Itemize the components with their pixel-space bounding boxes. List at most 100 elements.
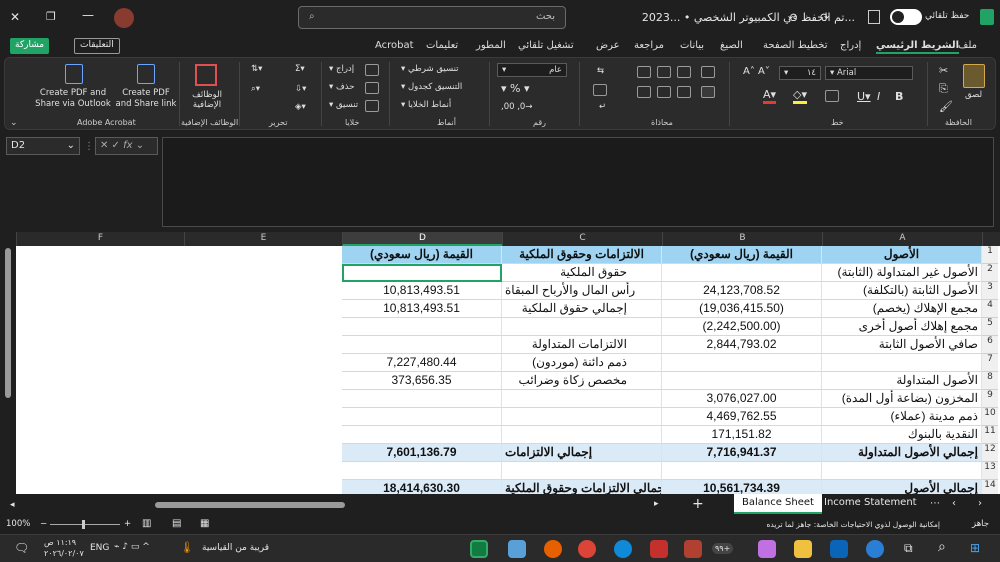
justify-icon[interactable] (701, 86, 715, 98)
clock[interactable]: ١١:١٩ ص ٢٠٢٦/٠٢/٠٧ (44, 537, 84, 559)
row-header-4[interactable]: 4 (982, 300, 998, 318)
delete-cells-button[interactable]: ▾ حذف (329, 82, 355, 92)
cell-B12[interactable]: 7,716,941.37 (662, 444, 822, 462)
tab-insert[interactable]: إدراج (840, 40, 861, 51)
cell-C6[interactable]: الالتزامات المتداولة (502, 336, 662, 354)
app-taskbar-icon[interactable] (684, 540, 702, 558)
cell-A10[interactable]: ذمم مدينة (عملاء) (822, 408, 982, 426)
redo-icon[interactable]: ↷ (820, 11, 829, 24)
cell-A13[interactable] (822, 462, 982, 480)
name-box[interactable]: D2 ⌄ (6, 137, 80, 155)
cell-C5[interactable] (502, 318, 662, 336)
conditional-formatting-button[interactable]: ▾ تنسيق شرطي (401, 64, 459, 74)
tab-data[interactable]: بيانات (680, 40, 704, 51)
cell-B7[interactable] (662, 354, 822, 372)
tab-review[interactable]: مراجعة (634, 40, 664, 51)
create-pdf-link-button[interactable]: Create PDF and Share link (113, 88, 179, 110)
normal-view-icon[interactable]: ▦ (200, 518, 209, 529)
font-color-icon[interactable]: A▾ (763, 88, 777, 104)
row-header-7[interactable]: 7 (982, 354, 998, 372)
cell-D5[interactable] (342, 318, 502, 336)
cell-B1[interactable]: القيمة (ريال سعودي) (662, 246, 822, 264)
cell-A3[interactable]: الأصول الثابتة (بالتكلفة) (822, 282, 982, 300)
zoom-out-icon[interactable]: − (40, 519, 47, 529)
cell-D10[interactable] (342, 408, 502, 426)
undo-icon[interactable]: ↶ (788, 11, 797, 24)
formula-buttons[interactable]: ✕ ✓ fx ⌄ (95, 137, 158, 155)
cell-A1[interactable]: الأصول (822, 246, 982, 264)
scroll-left-icon[interactable]: ◂ (10, 500, 15, 510)
acrobat-taskbar-icon[interactable] (650, 540, 668, 558)
save-icon[interactable] (868, 10, 880, 24)
tab-file[interactable]: ملف (958, 40, 977, 51)
column-header-E[interactable]: E (184, 232, 342, 246)
zoom-in-icon[interactable]: + (124, 519, 131, 529)
cell-C1[interactable]: الالتزامات وحقوق الملكية (502, 246, 662, 264)
cell-D8[interactable]: 373,656.35 (342, 372, 502, 390)
cell-B4[interactable]: (19,036,415.50) (662, 300, 822, 318)
comments-button[interactable]: التعليقات (74, 38, 120, 54)
cell-B2[interactable] (662, 264, 822, 282)
tab-automate[interactable]: تشغيل تلقائي (518, 40, 574, 51)
cell-D2[interactable] (342, 264, 502, 282)
cell-A8[interactable]: الأصول المتداولة (822, 372, 982, 390)
cell-C8[interactable]: مخصص زكاة وضرائب (502, 372, 662, 390)
copy-icon[interactable]: ⎘ (939, 82, 948, 96)
close-window-button[interactable]: ✕ (10, 10, 30, 24)
cell-D6[interactable] (342, 336, 502, 354)
window-title[interactable]: 2023... • تم الحفظ في الكمبيوتر الشخصي..… (595, 11, 855, 24)
column-header-A[interactable]: A (822, 232, 982, 246)
tab-formulas[interactable]: الصيغ (720, 40, 743, 51)
format-as-table-button[interactable]: ▾ التنسيق كجدول (401, 82, 462, 92)
sheet-nav-right-icon[interactable]: › (978, 498, 982, 509)
cell-D9[interactable] (342, 390, 502, 408)
orientation-icon[interactable] (701, 66, 715, 78)
cell-C11[interactable] (502, 426, 662, 444)
chat-taskbar-icon[interactable] (866, 540, 884, 558)
scroll-thumb[interactable] (5, 248, 11, 398)
bold-icon[interactable]: B (895, 90, 903, 103)
cut-icon[interactable]: ✂ (939, 64, 948, 77)
cell-C13[interactable] (502, 462, 662, 480)
align-top-icon[interactable] (637, 66, 651, 78)
tab-view[interactable]: عرض (596, 40, 620, 51)
file-explorer-taskbar-icon[interactable] (794, 540, 812, 558)
formula-input[interactable] (162, 137, 994, 227)
sheet-tab-balance-sheet[interactable]: Balance Sheet (734, 494, 822, 514)
merge-icon[interactable] (593, 84, 607, 96)
copilot-taskbar-icon[interactable] (758, 540, 776, 558)
accessibility-status[interactable]: إمكانية الوصول لذوي الاحتياجات الخاصة: ج… (740, 520, 940, 529)
cell-C4[interactable]: إجمالي حقوق الملكية (502, 300, 662, 318)
row-header-9[interactable]: 9 (982, 390, 998, 408)
cell-D1[interactable]: القيمة (ريال سعودي) (342, 246, 502, 264)
cell-C12[interactable]: إجمالي الالتزامات (502, 444, 662, 462)
empty-cells-area[interactable] (16, 246, 342, 494)
select-all-corner[interactable] (982, 232, 1000, 246)
minimize-window-button[interactable]: — (82, 8, 94, 22)
cell-B5[interactable]: (2,242,500.00) (662, 318, 822, 336)
decimal-icons[interactable]: ,00 ,0→ (501, 102, 532, 112)
cell-D7[interactable]: 7,227,480.44 (342, 354, 502, 372)
row-header-3[interactable]: 3 (982, 282, 998, 300)
text-direction-icon[interactable]: ⇆ (597, 66, 604, 76)
currency-icon[interactable]: ▾ % ▾ (501, 82, 530, 95)
insert-cells-button[interactable]: ▾ إدراج (329, 64, 354, 74)
cell-A11[interactable]: النقدية بالبنوك (822, 426, 982, 444)
column-header-D[interactable]: D (342, 232, 502, 246)
more-sheets-icon[interactable]: ⋯ (930, 498, 940, 509)
font-size-select[interactable]: ▾ ١٤ (779, 66, 821, 80)
scroll-right-icon[interactable]: ▸ (654, 499, 659, 509)
column-header-F[interactable]: F (16, 232, 184, 246)
cell-C7[interactable]: ذمم دائنة (موردون) (502, 354, 662, 372)
cell-B11[interactable]: 171,151.82 (662, 426, 822, 444)
outlook-taskbar-icon[interactable] (830, 540, 848, 558)
cell-B13[interactable] (662, 462, 822, 480)
language-indicator[interactable]: ENG (90, 543, 109, 553)
wrap-icon[interactable]: ↵ (599, 102, 606, 112)
row-header-12[interactable]: 12 (982, 444, 998, 462)
row-header-6[interactable]: 6 (982, 336, 998, 354)
cell-D3[interactable]: 10,813,493.51 (342, 282, 502, 300)
cell-B8[interactable] (662, 372, 822, 390)
format-painter-icon[interactable]: 🖌 (939, 100, 953, 113)
cell-C2[interactable]: حقوق الملكية (502, 264, 662, 282)
